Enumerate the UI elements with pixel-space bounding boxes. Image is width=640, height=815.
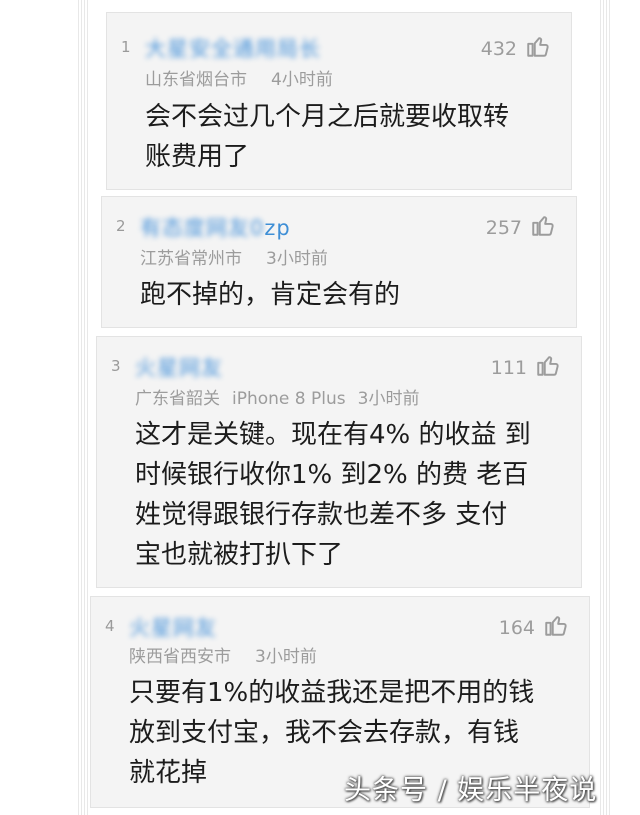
comment-index: 1 <box>121 38 131 56</box>
comment-username[interactable]: 火星网友 <box>129 612 217 642</box>
like-button[interactable]: 432 <box>481 33 551 64</box>
like-count: 164 <box>498 616 535 639</box>
comment-location: 陕西省西安市 <box>129 647 231 667</box>
thumbs-up-icon <box>543 612 569 643</box>
comment-line: 会不会过几个月之后就要收取转 <box>145 102 510 132</box>
comment-username[interactable]: 大星安全通用局长 <box>145 33 321 63</box>
comment-index: 2 <box>116 217 126 235</box>
username-suffix: zp <box>264 216 291 240</box>
comment-card: 3 火星网友 广东省韶关 iPhone 8 Plus 3小时前 111 这才是关键。… <box>96 336 582 588</box>
right-page-edge <box>600 0 610 815</box>
like-button[interactable]: 164 <box>499 612 569 643</box>
left-page-edge <box>78 0 88 815</box>
like-button[interactable]: 257 <box>486 212 556 243</box>
like-count: 432 <box>480 37 517 60</box>
comment-username[interactable]: 有态度网友0zp <box>140 212 291 242</box>
thumbs-up-icon <box>530 212 556 243</box>
comment-line: 账费用了 <box>145 142 250 172</box>
comment-time: 3小时前 <box>255 647 317 667</box>
thumbs-up-icon <box>535 352 561 383</box>
comment-index: 3 <box>111 357 121 375</box>
comment-body: 跑不掉的，肯定会有的 <box>140 275 400 315</box>
blurred-username: 火星网友 <box>129 616 217 640</box>
comment-location: 广东省韶关 <box>135 389 220 409</box>
comment-index: 4 <box>105 617 115 635</box>
comment-meta: 陕西省西安市 3小时前 <box>129 642 329 667</box>
watermark: 头条号 / 娱乐半夜说 <box>344 775 598 806</box>
comment-line: 这才是关键。现在有4% 的收益 到 <box>135 420 531 450</box>
comment-line: 姓觉得跟银行存款也差不多 支付 <box>135 500 508 530</box>
comment-time: 4小时前 <box>271 70 333 90</box>
comment-body: 会不会过几个月之后就要收取转 账费用了 <box>145 97 509 177</box>
comment-location: 江苏省常州市 <box>140 249 242 269</box>
blurred-username: 火星网友 <box>135 356 223 380</box>
like-count: 257 <box>485 216 522 239</box>
comment-line: 跑不掉的，肯定会有的 <box>140 280 401 310</box>
thumbs-up-icon <box>525 33 551 64</box>
like-count: 111 <box>490 356 527 379</box>
blurred-username: 大星安全通用局长 <box>145 37 321 61</box>
comment-meta: 江苏省常州市 3小时前 <box>140 244 340 269</box>
comment-line: 只要有1%的收益我还是把不用的钱 <box>129 678 535 708</box>
comment-device: iPhone 8 Plus <box>232 389 346 409</box>
comment-line: 放到支付宝，我不会去存款，有钱 <box>129 718 520 748</box>
blurred-username: 有态度网友0 <box>140 216 265 240</box>
comment-line: 时候银行收你1% 到2% 的费 老百 <box>135 460 529 490</box>
comment-line: 宝也就被打扒下了 <box>135 540 344 570</box>
comment-time: 3小时前 <box>266 249 328 269</box>
like-button[interactable]: 111 <box>491 352 561 383</box>
comment-username[interactable]: 火星网友 <box>135 352 223 382</box>
comment-meta: 广东省韶关 iPhone 8 Plus 3小时前 <box>135 384 431 409</box>
comment-location: 山东省烟台市 <box>145 70 247 90</box>
comment-card: 2 有态度网友0zp 江苏省常州市 3小时前 257 跑不掉的，肯定会有的 <box>101 196 577 328</box>
comment-meta: 山东省烟台市 4小时前 <box>145 65 345 90</box>
comment-time: 3小时前 <box>357 389 420 409</box>
comment-body: 这才是关键。现在有4% 的收益 到 时候银行收你1% 到2% 的费 老百 姓觉得… <box>135 415 531 575</box>
comment-card: 1 大星安全通用局长 山东省烟台市 4小时前 432 会不会过几个月之后就要收取转… <box>106 12 572 190</box>
